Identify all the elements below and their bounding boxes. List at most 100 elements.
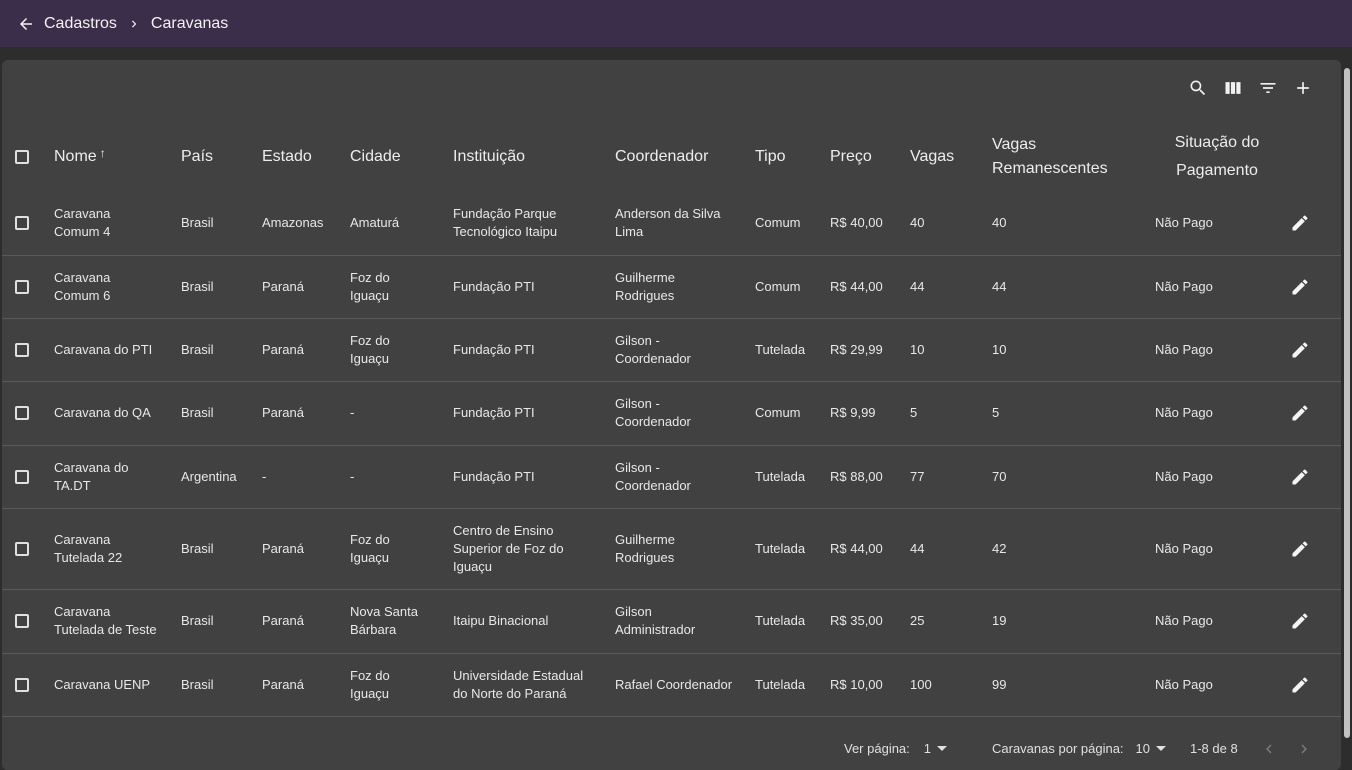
cell-instituicao: Itaipu Binacional — [453, 613, 549, 628]
cell-tipo: Tutelada — [755, 613, 806, 628]
cell-pais: Brasil — [181, 676, 214, 692]
column-header-preco[interactable]: Preço — [830, 122, 910, 192]
sort-ascending-icon[interactable]: ↑ — [100, 146, 106, 160]
cell-vagas: 40 — [910, 215, 925, 231]
breadcrumb-parent[interactable]: Cadastros — [44, 15, 117, 33]
cell-vagas-remanescentes: 10 — [992, 341, 1007, 357]
cell-tipo: Tutelada — [755, 341, 806, 357]
breadcrumb-current: Caravanas — [150, 14, 229, 32]
table-row[interactable]: Caravana Comum 4 Brasil Amazonas Amaturá Fund… — [2, 192, 1341, 255]
cell-pais: Brasil — [181, 613, 214, 628]
cell-nome: Caravana Comum 6 — [54, 269, 111, 303]
column-header-tipo[interactable]: Tipo — [755, 122, 830, 192]
cell-nome: Caravana do PTI — [54, 341, 153, 357]
cell-cidade: - — [350, 405, 355, 420]
cell-nome: Caravana Comum 4 — [54, 206, 111, 240]
cell-vagas: 5 — [910, 405, 918, 420]
cell-estado: Paraná — [262, 341, 304, 357]
row-checkbox[interactable] — [15, 541, 29, 556]
edit-icon[interactable] — [1290, 402, 1312, 424]
cell-instituicao: Fundação PTI — [453, 341, 535, 357]
cell-vagas-remanescentes: 70 — [992, 468, 1007, 484]
add-icon[interactable] — [1291, 76, 1315, 100]
per-page-select[interactable]: 10 — [1136, 741, 1166, 756]
cell-coordenador: Gilson - Coordenador — [615, 459, 691, 493]
select-all-checkbox[interactable] — [15, 150, 29, 164]
column-header-vagas-remanescentes[interactable]: Vagas Remanescentes — [992, 122, 1147, 192]
filter-icon[interactable] — [1256, 76, 1280, 100]
back-arrow-icon[interactable] — [17, 14, 37, 34]
table-row[interactable]: Caravana do TA.DT Argentina - - Fundação PTI G… — [2, 445, 1341, 508]
cell-cidade: Foz do Iguaçu — [350, 269, 390, 303]
caravans-table: Nome ↑ País Estado Cidade Instituição Coo… — [2, 122, 1341, 717]
table-row[interactable]: Caravana Tutelada de Teste Brasil Paraná Nov… — [2, 589, 1341, 653]
caret-down-icon — [937, 746, 948, 751]
page-select[interactable]: 1 — [924, 741, 948, 756]
cell-vagas-remanescentes: 44 — [992, 278, 1007, 294]
table-row[interactable]: Caravana do QA Brasil Paraná - Fundação PTI G… — [2, 381, 1341, 445]
cell-preco: R$ 9,99 — [830, 405, 876, 420]
cell-instituicao: Universidade Estadual do Norte do Paraná — [453, 667, 584, 701]
cell-estado: Paraná — [262, 405, 304, 420]
cell-preco: R$ 44,00 — [830, 278, 883, 294]
cell-pais: Brasil — [181, 215, 214, 231]
row-checkbox[interactable] — [15, 342, 29, 357]
column-header-vagas[interactable]: Vagas — [910, 122, 992, 192]
cell-situacao-pagamento: Não Pago — [1155, 405, 1213, 420]
cell-tipo: Comum — [755, 215, 801, 231]
column-header-cidade[interactable]: Cidade — [350, 122, 453, 192]
column-header-situacao-pagamento[interactable]: Situação do Pagamento — [1147, 122, 1287, 192]
edit-icon[interactable] — [1290, 212, 1312, 234]
column-header-coordenador[interactable]: Coordenador — [615, 122, 755, 192]
cell-vagas-remanescentes: 19 — [992, 613, 1007, 628]
row-checkbox[interactable] — [15, 216, 29, 231]
row-checkbox[interactable] — [15, 614, 29, 628]
page-label: Ver página: — [844, 741, 910, 756]
row-checkbox[interactable] — [15, 677, 29, 692]
row-checkbox[interactable] — [15, 406, 29, 420]
chevron-left-icon[interactable] — [1259, 739, 1279, 759]
edit-icon[interactable] — [1290, 339, 1312, 361]
table-row[interactable]: Caravana Comum 6 Brasil Paraná Foz do Iguaçu F… — [2, 255, 1341, 318]
chevron-right-icon[interactable] — [1294, 739, 1314, 759]
edit-icon[interactable] — [1290, 538, 1312, 560]
cell-vagas: 77 — [910, 468, 925, 484]
cell-preco: R$ 35,00 — [830, 613, 883, 628]
table-footer: Ver página: 1 Caravanas por página: 10 1… — [2, 738, 1341, 762]
cell-vagas: 10 — [910, 341, 925, 357]
cell-tipo: Comum — [755, 405, 801, 420]
cell-vagas-remanescentes: 99 — [992, 676, 1007, 692]
edit-icon[interactable] — [1290, 610, 1312, 632]
row-checkbox[interactable] — [15, 279, 29, 294]
table-row[interactable]: Caravana Tutelada 22 Brasil Paraná Foz do Igu… — [2, 508, 1341, 589]
column-header-estado[interactable]: Estado — [262, 122, 350, 192]
cell-tipo: Comum — [755, 278, 801, 294]
cell-preco: R$ 10,00 — [830, 676, 883, 692]
per-page-label: Caravanas por página: — [992, 741, 1124, 756]
cell-situacao-pagamento: Não Pago — [1155, 278, 1213, 294]
cell-situacao-pagamento: Não Pago — [1155, 613, 1213, 628]
cell-tipo: Tutelada — [755, 676, 806, 692]
cell-vagas: 44 — [910, 540, 925, 556]
cell-coordenador: Rafael Coordenador — [615, 676, 733, 692]
cell-nome: Caravana do TA.DT — [54, 459, 129, 493]
table-row[interactable]: Caravana do PTI Brasil Paraná Foz do Iguaçu F… — [2, 318, 1341, 381]
edit-icon[interactable] — [1290, 674, 1312, 696]
cell-pais: Brasil — [181, 405, 214, 420]
cell-cidade: Nova Santa Bárbara — [350, 604, 418, 637]
search-icon[interactable] — [1186, 76, 1210, 100]
cell-instituicao: Fundação PTI — [453, 278, 535, 294]
cell-tipo: Tutelada — [755, 468, 806, 484]
edit-icon[interactable] — [1290, 276, 1312, 298]
column-header-instituicao[interactable]: Instituição — [453, 122, 615, 192]
column-header-pais[interactable]: País — [181, 122, 262, 192]
cell-coordenador: Gilson - Coordenador — [615, 332, 691, 366]
cell-estado: Paraná — [262, 676, 304, 692]
edit-icon[interactable] — [1290, 466, 1312, 488]
view-columns-icon[interactable] — [1221, 76, 1245, 100]
table-row[interactable]: Caravana UENP Brasil Paraná Foz do Iguaçu Uni… — [2, 653, 1341, 716]
column-header-nome[interactable]: Nome ↑ — [54, 122, 181, 192]
row-checkbox[interactable] — [15, 469, 29, 484]
cell-pais: Brasil — [181, 341, 214, 357]
scrollbar-thumb[interactable] — [1344, 68, 1350, 738]
